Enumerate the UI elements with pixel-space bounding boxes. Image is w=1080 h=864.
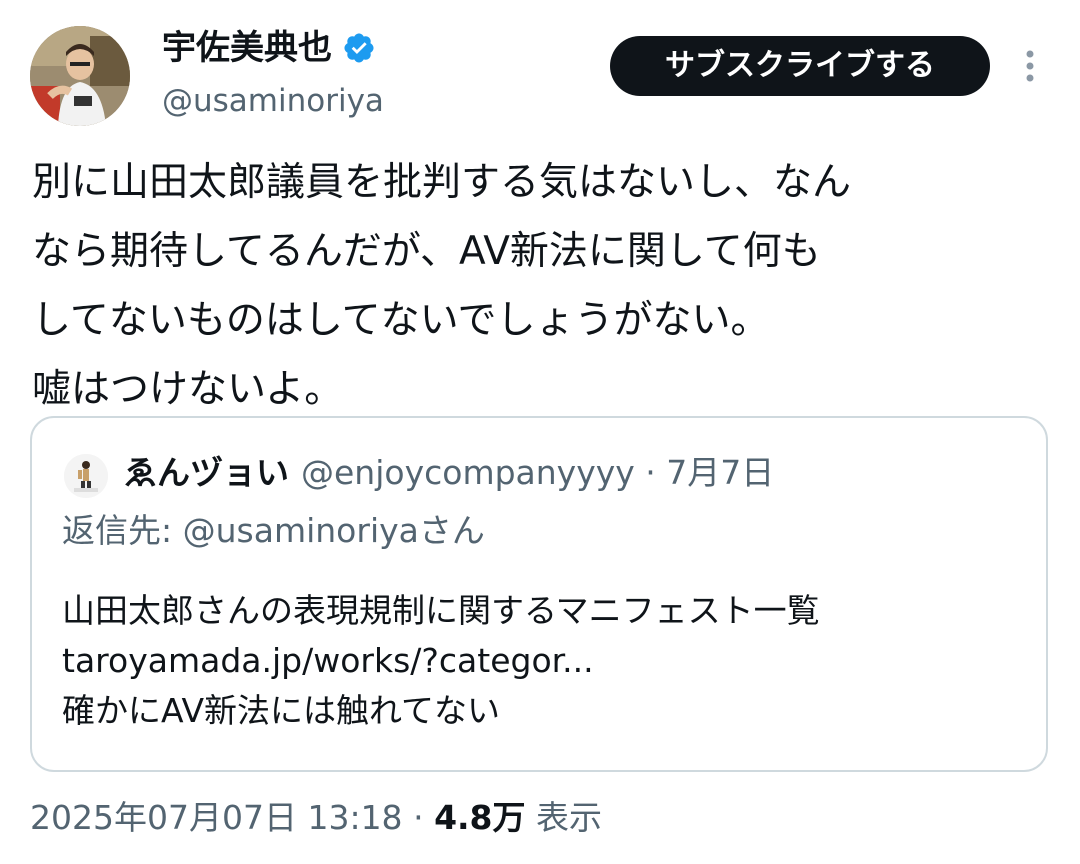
quoted-tweet-date[interactable]: 7月7日 bbox=[666, 453, 774, 492]
quoted-body-line: 山田太郎さんの表現規制に関するマニフェスト一覧 bbox=[62, 591, 820, 630]
quoted-avatar-figure-icon bbox=[64, 454, 108, 498]
more-vertical-icon[interactable] bbox=[1012, 44, 1048, 88]
quoted-tweet-card[interactable]: ゑんヅョい @enjoycompanyyyy · 7月7日 返信先: @usami… bbox=[30, 416, 1048, 772]
author-avatar[interactable] bbox=[30, 26, 130, 126]
header-separator: · bbox=[645, 453, 656, 492]
tweet-line: 別に山田太郎議員を批判する気はないし、なん bbox=[32, 160, 852, 205]
author-display-name[interactable]: 宇佐美典也 bbox=[162, 26, 332, 70]
view-count: 4.8万 bbox=[434, 798, 526, 837]
tweet-line: なら期待してるんだが、AV新法に関して何も bbox=[32, 229, 821, 274]
tweet-meta: 2025年07月07日 13:18 · 4.8万 表示 bbox=[30, 794, 602, 842]
subscribe-button[interactable]: サブスクライブする bbox=[610, 36, 990, 96]
quoted-tweet-body: 山田太郎さんの表現規制に関するマニフェスト一覧 taroyamada.jp/wo… bbox=[62, 586, 820, 736]
tweet-line: 嘘はつけないよ。 bbox=[32, 367, 344, 412]
reply-handle-link[interactable]: @usaminoriyaさん bbox=[183, 511, 485, 550]
replying-to-line: 返信先: @usaminoriyaさん bbox=[62, 506, 485, 556]
quoted-author-handle[interactable]: @enjoycompanyyyy bbox=[301, 453, 635, 492]
view-label: 表示 bbox=[536, 798, 603, 837]
quoted-author-name[interactable]: ゑんヅョい bbox=[124, 453, 289, 492]
reply-prefix: 返信先: bbox=[62, 511, 173, 550]
author-handle[interactable]: @usaminoriya bbox=[162, 80, 384, 122]
verified-badge-icon[interactable] bbox=[342, 31, 376, 65]
tweet-timestamp[interactable]: 2025年07月07日 13:18 bbox=[30, 798, 403, 837]
meta-separator: · bbox=[413, 798, 424, 837]
author-display-name-row[interactable]: 宇佐美典也 bbox=[162, 26, 376, 70]
tweet-line: してないものはしてないでしょうがない。 bbox=[32, 298, 770, 343]
tweet-text: 別に山田太郎議員を批判する気はないし、なん なら期待してるんだが、AV新法に関し… bbox=[32, 148, 1052, 424]
quoted-author-avatar[interactable] bbox=[64, 454, 108, 498]
quoted-tweet-header: ゑんヅョい @enjoycompanyyyy · 7月7日 bbox=[124, 448, 774, 498]
quoted-body-link[interactable]: taroyamada.jp/works/?categor... bbox=[62, 636, 820, 686]
avatar-photo bbox=[30, 26, 130, 126]
quoted-body-line: 確かにAV新法には触れてない bbox=[62, 691, 501, 730]
